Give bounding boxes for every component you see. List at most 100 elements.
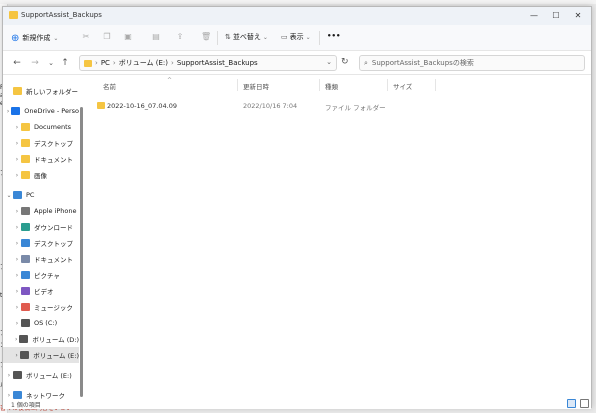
nav-item-label: ドキュメント: [34, 156, 73, 164]
nav-item-icon: [21, 271, 30, 279]
status-bar: 1 個の項目: [3, 399, 591, 409]
nav-item[interactable]: › ボリューム (D:): [3, 331, 79, 347]
nav-item-icon: [11, 107, 21, 115]
nav-item[interactable]: › ボリューム (E:): [3, 347, 79, 363]
nav-item-icon: [21, 303, 30, 311]
nav-item[interactable]: › ドキュメント: [3, 151, 79, 167]
breadcrumb-pc[interactable]: PC: [101, 59, 110, 67]
nav-scrollbar[interactable]: [80, 107, 83, 397]
explorer-window: SupportAssist_Backups — ☐ ✕ ⊕ 新規作成 ⌄ ✂ ❐…: [2, 6, 592, 409]
paste-icon[interactable]: ▣: [123, 32, 133, 42]
chevron-icon[interactable]: ›: [13, 288, 21, 295]
details-view-icon[interactable]: [567, 399, 576, 408]
plus-icon: ⊕: [11, 32, 20, 44]
chevron-icon[interactable]: ›: [13, 208, 21, 215]
view-button-label: 表示: [289, 33, 304, 41]
nav-item-icon: [21, 223, 30, 231]
title-bar[interactable]: SupportAssist_Backups — ☐ ✕: [3, 7, 591, 25]
nav-item[interactable]: › デスクトップ: [3, 235, 79, 251]
nav-item-label: ドキュメント: [34, 256, 73, 264]
refresh-icon[interactable]: ↻: [341, 57, 349, 67]
address-dropdown-icon[interactable]: ⌄: [326, 58, 332, 66]
file-name: 2022-10-16_07.04.09: [107, 102, 177, 110]
nav-item[interactable]: › Documents: [3, 119, 79, 135]
chevron-icon[interactable]: ›: [13, 320, 21, 327]
chevron-icon[interactable]: ›: [13, 124, 21, 131]
tiles-view-icon[interactable]: [580, 399, 589, 408]
window-title: SupportAssist_Backups: [21, 11, 102, 19]
chevron-icon[interactable]: ›: [5, 372, 13, 379]
nav-item-icon: [21, 255, 30, 263]
nav-item[interactable]: › ピクチャ: [3, 267, 79, 283]
column-divider[interactable]: [435, 79, 436, 91]
nav-item-icon: [21, 239, 30, 247]
nav-item-icon: [13, 371, 22, 379]
search-input[interactable]: SupportAssist_Backupsの検索: [372, 58, 474, 68]
nav-item[interactable]: › OS (C:): [3, 315, 79, 331]
recent-chevron-icon[interactable]: ⌄: [45, 57, 57, 69]
cut-icon[interactable]: ✂: [81, 32, 91, 42]
minimize-button[interactable]: —: [525, 9, 543, 23]
chevron-icon[interactable]: ›: [13, 156, 21, 163]
nav-item[interactable]: › デスクトップ: [3, 135, 79, 151]
column-header-date[interactable]: 更新日時: [243, 81, 269, 91]
file-date: 2022/10/16 7:04: [243, 102, 298, 110]
nav-item[interactable]: › 画像: [3, 167, 79, 183]
maximize-button[interactable]: ☐: [547, 9, 565, 23]
chevron-icon[interactable]: ›: [13, 304, 21, 311]
breadcrumb-separator: ›: [171, 59, 174, 67]
delete-icon[interactable]: 🗑: [201, 32, 211, 42]
chevron-icon[interactable]: ›: [13, 256, 21, 263]
nav-item[interactable]: › ダウンロード: [3, 219, 79, 235]
address-bar-row: ← → ⌄ ↑ › PC › ボリューム (E:) › SupportAssis…: [3, 51, 591, 75]
close-button[interactable]: ✕: [569, 9, 587, 23]
rename-icon[interactable]: ▤: [151, 32, 161, 42]
more-options-button[interactable]: •••: [327, 32, 340, 40]
nav-item[interactable]: 新しいフォルダー (: [3, 83, 79, 99]
address-bar[interactable]: › PC › ボリューム (E:) › SupportAssist_Backup…: [79, 55, 337, 71]
nav-item-icon: [19, 335, 29, 343]
search-box[interactable]: ⌕ SupportAssist_Backupsの検索: [359, 55, 585, 71]
nav-item[interactable]: › ミュージック: [3, 299, 79, 315]
nav-item[interactable]: › ドキュメント: [3, 251, 79, 267]
chevron-icon[interactable]: ›: [13, 140, 21, 147]
nav-item[interactable]: ⌄ PC: [3, 187, 79, 203]
column-divider[interactable]: [237, 79, 238, 91]
chevron-icon[interactable]: ⌄: [5, 192, 13, 199]
chevron-icon[interactable]: ›: [13, 172, 21, 179]
search-icon: ⌕: [364, 58, 368, 67]
back-arrow-icon[interactable]: ←: [11, 57, 23, 69]
breadcrumb-separator: ›: [112, 59, 116, 67]
up-arrow-icon[interactable]: ↑: [59, 57, 71, 69]
chevron-icon[interactable]: ›: [13, 352, 20, 359]
copy-icon[interactable]: ❐: [102, 32, 112, 42]
chevron-icon[interactable]: ›: [5, 392, 13, 399]
chevron-icon[interactable]: ›: [13, 240, 21, 247]
folder-icon: [97, 102, 105, 109]
column-header-size[interactable]: サイズ: [393, 81, 412, 91]
desktop-strip: [0, 0, 596, 4]
breadcrumb-backups[interactable]: SupportAssist_Backups: [177, 59, 258, 67]
breadcrumb-separator: ›: [95, 59, 98, 67]
file-row[interactable]: 2022-10-16_07.04.09 2022/10/16 7:04 ファイル…: [91, 99, 585, 113]
chevron-icon[interactable]: ›: [13, 272, 21, 279]
nav-item-icon: [13, 391, 22, 399]
chevron-icon[interactable]: ›: [13, 224, 21, 231]
nav-item[interactable]: › ネットワーク: [3, 387, 79, 399]
nav-item-label: 画像: [34, 172, 47, 180]
new-button[interactable]: ⊕ 新規作成 ⌄: [11, 31, 58, 45]
column-header-name[interactable]: 名前: [103, 81, 116, 91]
nav-item[interactable]: › ビデオ: [3, 283, 79, 299]
column-divider[interactable]: [387, 79, 388, 91]
forward-arrow-icon[interactable]: →: [29, 57, 41, 69]
view-button[interactable]: ▭ 表示 ⌄: [281, 32, 311, 42]
column-header-type[interactable]: 種類: [325, 81, 338, 91]
nav-item[interactable]: › ボリューム (E:): [3, 367, 79, 383]
nav-item[interactable]: › OneDrive - Perso: [3, 103, 79, 119]
column-divider[interactable]: [319, 79, 320, 91]
nav-item[interactable]: › Apple iPhone: [3, 203, 79, 219]
share-icon[interactable]: ⇪: [175, 32, 185, 42]
breadcrumb-volume-e[interactable]: ボリューム (E:): [119, 58, 168, 68]
nav-item-label: デスクトップ: [34, 140, 73, 148]
sort-button[interactable]: ⇅ 並べ替え ⌄: [225, 32, 268, 42]
